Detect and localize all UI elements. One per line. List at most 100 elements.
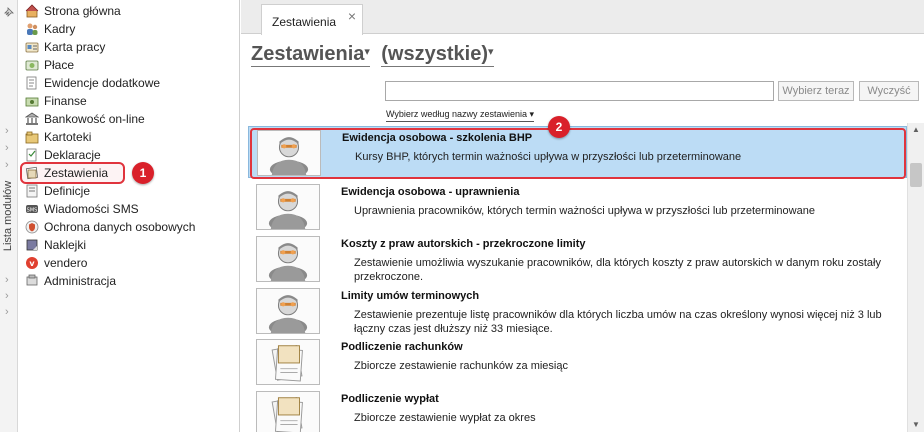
sms-icon: SMS bbox=[26, 205, 38, 214]
papers-report-icon bbox=[256, 391, 320, 432]
records-icon bbox=[26, 76, 37, 90]
sidebar-item-label: Płace bbox=[44, 58, 75, 72]
chevron-right-icon[interactable]: › bbox=[5, 275, 9, 286]
report-icon bbox=[25, 166, 39, 180]
sidebar-item-label: Zestawienia bbox=[44, 166, 109, 180]
person-report-icon bbox=[256, 184, 320, 232]
sidebar-item-vendero[interactable]: v vendero bbox=[18, 254, 239, 272]
report-row[interactable]: Ewidencja osobowa - szkolenia BHP Kursy B… bbox=[248, 126, 907, 179]
sidebar-item-label: Karta pracy bbox=[44, 40, 106, 54]
report-name: Ewidencja osobowa - uprawnienia bbox=[341, 186, 520, 198]
person-report-icon bbox=[256, 288, 320, 336]
bank-icon bbox=[25, 112, 39, 125]
sidebar-item-label: Kadry bbox=[44, 22, 76, 36]
page-title-dropdown[interactable]: Zestawienia▾ bbox=[251, 40, 370, 67]
sidebar-item-wiadomosci-sms[interactable]: SMS Wiadomości SMS bbox=[18, 200, 239, 218]
files-icon bbox=[25, 131, 39, 144]
people-icon bbox=[27, 23, 38, 35]
sidebar-item-label: Ewidencje dodatkowe bbox=[44, 76, 161, 90]
report-list: Ewidencja osobowa - szkolenia BHP Kursy B… bbox=[248, 123, 907, 432]
report-row[interactable]: Koszty z praw autorskich - przekroczone … bbox=[248, 233, 907, 285]
chevron-right-icon[interactable]: › bbox=[5, 126, 9, 137]
report-description: Zbiorcze zestawienie wypłat za okres bbox=[354, 412, 536, 424]
finance-icon bbox=[25, 97, 39, 107]
report-row[interactable]: Podliczenie rachunków Zbiorcze zestawieni… bbox=[248, 336, 907, 388]
page-title: Zestawienia bbox=[251, 43, 365, 65]
step-badge-2: 2 bbox=[548, 116, 570, 138]
search-input[interactable] bbox=[385, 81, 774, 101]
person-report-icon bbox=[257, 130, 321, 178]
filter-dropdown[interactable]: Wybierz według nazwy zestawienia ▾ bbox=[386, 107, 534, 122]
chevron-right-icon[interactable]: › bbox=[5, 307, 9, 318]
sidebar-item-strona-glowna[interactable]: Strona główna bbox=[18, 2, 239, 20]
report-row[interactable]: Ewidencja osobowa - uprawnienia Uprawnien… bbox=[248, 181, 907, 233]
scroll-down-icon[interactable]: ▼ bbox=[912, 420, 920, 429]
vertical-scrollbar[interactable]: ▲ ▼ bbox=[907, 123, 924, 432]
svg-text:v: v bbox=[29, 259, 35, 268]
declaration-icon bbox=[26, 148, 37, 162]
report-description: Zbiorcze zestawienie rachunków za miesią… bbox=[354, 360, 568, 372]
pin-icon[interactable] bbox=[3, 6, 15, 18]
sidebar-item-ochrona-danych-osobowych[interactable]: Ochrona danych osobowych bbox=[18, 218, 239, 236]
report-name: Limity umów terminowych bbox=[341, 290, 480, 302]
scope-label: (wszystkie) bbox=[381, 43, 488, 65]
scrollbar-thumb[interactable] bbox=[910, 163, 922, 187]
sidebar-item-kadry[interactable]: Kadry bbox=[18, 20, 239, 38]
report-row[interactable]: Podliczenie wypłat Zbiorcze zestawienie w… bbox=[248, 388, 907, 432]
papers-report-icon bbox=[256, 339, 320, 385]
definitions-icon bbox=[26, 184, 38, 198]
vendero-icon: v bbox=[26, 257, 38, 269]
sidebar-item-definicje[interactable]: Definicje bbox=[18, 182, 239, 200]
main-panel: Zestawienia × Zestawienia▾ (wszystkie)▾ … bbox=[241, 0, 924, 432]
module-sidebar: Strona główna Kadry Karta pracy Płace Ewiden… bbox=[18, 0, 240, 432]
sidebar-item-place[interactable]: Płace bbox=[18, 56, 239, 74]
sidebar-item-ewidencje-dodatkowe[interactable]: Ewidencje dodatkowe bbox=[18, 74, 239, 92]
sidebar-item-naklejki[interactable]: Naklejki bbox=[18, 236, 239, 254]
shield-icon bbox=[25, 220, 39, 234]
admin-icon bbox=[26, 274, 38, 286]
page-title-bar: Zestawienia▾ (wszystkie)▾ bbox=[251, 40, 502, 67]
sidebar-item-zestawienia[interactable]: Zestawienia bbox=[18, 162, 239, 184]
person-report-icon bbox=[256, 236, 320, 284]
payroll-icon bbox=[25, 60, 39, 71]
sidebar-item-label: Naklejki bbox=[44, 238, 87, 252]
sidebar-item-finanse[interactable]: Finanse bbox=[18, 92, 239, 110]
chevron-down-icon: ▾ bbox=[487, 46, 494, 58]
sidebar-item-administracja[interactable]: Administracja bbox=[18, 272, 239, 290]
chevron-down-icon: ▾ bbox=[364, 46, 370, 58]
chevron-right-icon[interactable]: › bbox=[5, 291, 9, 302]
tab-label: Zestawienia bbox=[272, 15, 337, 29]
chevron-right-icon[interactable]: › bbox=[5, 160, 9, 171]
report-name: Ewidencja osobowa - szkolenia BHP bbox=[342, 132, 533, 144]
scope-dropdown[interactable]: (wszystkie)▾ bbox=[381, 40, 494, 67]
sidebar-item-label: Ochrona danych osobowych bbox=[44, 220, 196, 234]
report-row[interactable]: Limity umów terminowych Zestawienie preze… bbox=[248, 285, 907, 337]
report-description: Kursy BHP, których termin ważności upływ… bbox=[355, 151, 742, 163]
scroll-up-icon[interactable]: ▲ bbox=[912, 125, 920, 134]
sidebar-item-bankowosc-on-line[interactable]: Bankowość on-line bbox=[18, 110, 239, 128]
sidebar-item-label: Definicje bbox=[44, 184, 91, 198]
svg-text:SMS: SMS bbox=[27, 208, 38, 214]
clear-button[interactable]: Wyczyść bbox=[859, 81, 919, 101]
sidebar-item-label: Bankowość on-line bbox=[44, 112, 145, 126]
sidebar-item-label: Wiadomości SMS bbox=[44, 202, 139, 216]
sidebar-item-label: Kartoteki bbox=[44, 130, 92, 144]
report-name: Podliczenie rachunków bbox=[341, 341, 463, 353]
step-badge-1: 1 bbox=[132, 162, 154, 184]
sidebar-item-label: vendero bbox=[44, 256, 88, 270]
home-icon bbox=[25, 4, 39, 18]
report-description: Zestawienie prezentuje listę pracowników… bbox=[354, 309, 882, 335]
choose-now-button[interactable]: Wybierz teraz bbox=[778, 81, 854, 101]
report-name: Koszty z praw autorskich - przekroczone … bbox=[341, 238, 586, 250]
module-list-label: Lista modułów bbox=[2, 180, 14, 252]
sidebar-item-karta-pracy[interactable]: Karta pracy bbox=[18, 38, 239, 56]
chevron-right-icon[interactable]: › bbox=[5, 143, 9, 154]
tab-zestawienia[interactable]: Zestawienia × bbox=[261, 4, 363, 35]
sidebar-item-label: Deklaracje bbox=[44, 148, 101, 162]
report-description: Uprawnienia pracowników, których termin … bbox=[354, 205, 815, 217]
close-icon[interactable]: × bbox=[348, 8, 356, 24]
sidebar-item-label: Finanse bbox=[44, 94, 87, 108]
report-description: Zestawienie umożliwia wyszukanie pracown… bbox=[354, 257, 881, 283]
sidebar-item-kartoteki[interactable]: Kartoteki bbox=[18, 128, 239, 146]
sidebar-item-label: Administracja bbox=[44, 274, 117, 288]
